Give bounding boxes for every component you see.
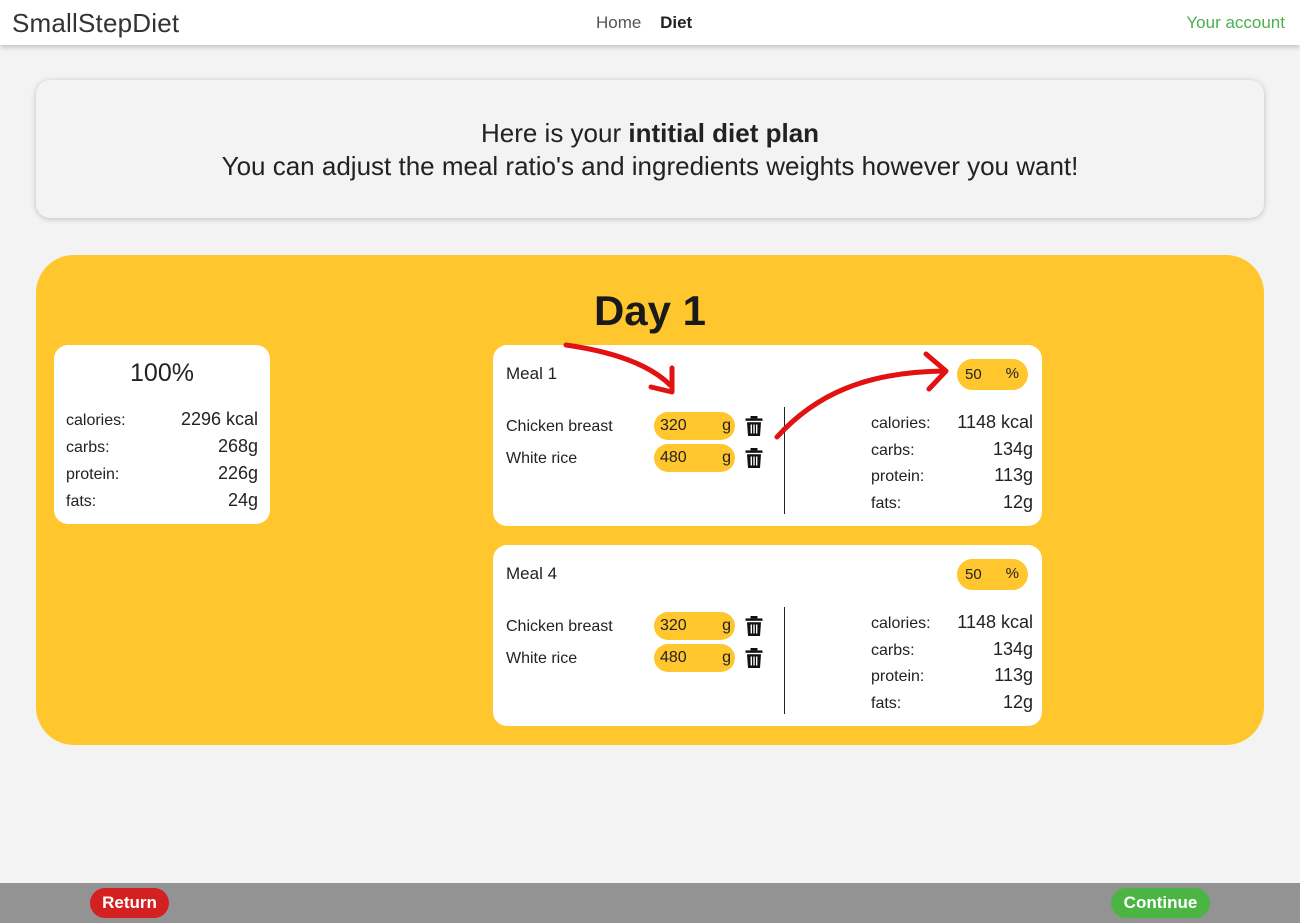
intro-heading-prefix: Here is your bbox=[480, 118, 629, 148]
day-summary-card: 100% calories: 2296 kcal carbs: 268g pro… bbox=[54, 345, 270, 524]
ingredient-weight-input[interactable]: 480 g bbox=[654, 644, 735, 672]
meal-ratio-value[interactable]: 50 bbox=[965, 566, 982, 583]
ingredient-name: Chicken breast bbox=[506, 418, 613, 435]
meal-ratio-value[interactable]: 50 bbox=[965, 366, 982, 383]
meal-divider bbox=[784, 407, 785, 514]
trash-icon[interactable] bbox=[745, 648, 763, 668]
meal-name: Meal 1 bbox=[506, 364, 558, 383]
meal-fats-value: 12g bbox=[1002, 692, 1033, 712]
summary-fats-row: fats: 24g bbox=[66, 490, 258, 511]
account-link[interactable]: Your account bbox=[1186, 13, 1285, 33]
summary-fats-value: 24g bbox=[227, 490, 258, 510]
summary-protein-row: protein: 226g bbox=[66, 463, 258, 484]
meal-calories-row: calories: 1148 kcal bbox=[871, 612, 1033, 633]
ingredient-row: White rice 480 g bbox=[506, 444, 766, 474]
summary-calories-value: 2296 kcal bbox=[180, 409, 258, 429]
meal-carbs-row: carbs: 134g bbox=[871, 439, 1033, 460]
meal-protein-row: protein: 113g bbox=[871, 465, 1033, 486]
ingredient-weight-unit: g bbox=[722, 449, 731, 466]
main-nav: Home Diet bbox=[596, 13, 706, 33]
intro-subtext: You can adjust the meal ratio's and ingr… bbox=[221, 151, 1079, 181]
meal-protein-label: protein: bbox=[871, 668, 925, 685]
ingredient-row: Chicken breast 320 g bbox=[506, 412, 766, 442]
intro-heading: Here is your intitial diet plan bbox=[36, 118, 1264, 149]
summary-fats-label: fats: bbox=[66, 493, 97, 510]
ingredient-weight-unit: g bbox=[722, 617, 731, 634]
summary-carbs-row: carbs: 268g bbox=[66, 436, 258, 457]
meal-fats-row: fats: 12g bbox=[871, 692, 1033, 713]
summary-calories-row: calories: 2296 kcal bbox=[66, 409, 258, 430]
ingredient-weight-value[interactable]: 480 bbox=[660, 649, 687, 667]
day-title: Day 1 bbox=[593, 287, 707, 334]
meal-calories-value: 1148 kcal bbox=[957, 612, 1033, 632]
meal-divider bbox=[784, 607, 785, 714]
meal-fats-label: fats: bbox=[871, 695, 902, 712]
ingredient-weight-input[interactable]: 480 g bbox=[654, 444, 735, 472]
meal-calories-row: calories: 1148 kcal bbox=[871, 412, 1033, 433]
meal-protein-value: 113g bbox=[994, 465, 1033, 485]
ingredient-name: White rice bbox=[506, 450, 578, 467]
meal-calories-label: calories: bbox=[871, 415, 931, 432]
meal-carbs-label: carbs: bbox=[871, 642, 915, 659]
ingredient-weight-unit: g bbox=[722, 649, 731, 666]
meal-ratio-input[interactable]: 50 % bbox=[957, 359, 1028, 390]
footer-bar: Return Continue bbox=[0, 883, 1300, 923]
ingredient-row: Chicken breast 320 g bbox=[506, 612, 766, 642]
meal-calories-label: calories: bbox=[871, 615, 931, 632]
meal-ratio-unit: % bbox=[1005, 565, 1019, 582]
summary-calories-label: calories: bbox=[66, 412, 126, 429]
meal-protein-value: 113g bbox=[994, 665, 1033, 685]
ingredient-weight-input[interactable]: 320 g bbox=[654, 412, 735, 440]
meal-protein-label: protein: bbox=[871, 468, 925, 485]
trash-icon[interactable] bbox=[745, 448, 763, 468]
nav-home-link[interactable]: Home bbox=[596, 13, 641, 32]
day-panel: Day 1 100% calories: 2296 kcal carbs: 26… bbox=[36, 255, 1264, 745]
return-button[interactable]: Return bbox=[90, 888, 169, 918]
meal-carbs-value: 134g bbox=[992, 639, 1033, 659]
ingredient-weight-value[interactable]: 320 bbox=[660, 417, 687, 435]
continue-button[interactable]: Continue bbox=[1111, 888, 1210, 918]
nav-diet-link[interactable]: Diet bbox=[660, 13, 692, 32]
ingredient-row: White rice 480 g bbox=[506, 644, 766, 674]
trash-icon[interactable] bbox=[745, 616, 763, 636]
ingredient-weight-value[interactable]: 480 bbox=[660, 449, 687, 467]
summary-protein-value: 226g bbox=[217, 463, 258, 483]
ingredient-weight-input[interactable]: 320 g bbox=[654, 612, 735, 640]
ingredient-name: Chicken breast bbox=[506, 618, 613, 635]
intro-heading-bold: intitial diet plan bbox=[628, 118, 820, 148]
ingredient-name: White rice bbox=[506, 650, 578, 667]
summary-percent: 100% bbox=[130, 359, 194, 387]
intro-panel: Here is your intitial diet plan You can … bbox=[36, 80, 1264, 218]
meal-card: Meal 4 50 % Chicken breast 320 g White r… bbox=[493, 545, 1042, 726]
meal-protein-row: protein: 113g bbox=[871, 665, 1033, 686]
meal-carbs-row: carbs: 134g bbox=[871, 639, 1033, 660]
top-navbar: SmallStepDiet Home Diet Your account bbox=[0, 0, 1300, 45]
meal-ratio-unit: % bbox=[1005, 365, 1019, 382]
trash-icon[interactable] bbox=[745, 416, 763, 436]
summary-protein-label: protein: bbox=[66, 466, 120, 483]
brand-logo[interactable]: SmallStepDiet bbox=[12, 8, 179, 39]
meal-name: Meal 4 bbox=[506, 564, 558, 583]
meal-fats-row: fats: 12g bbox=[871, 492, 1033, 513]
meal-fats-label: fats: bbox=[871, 495, 902, 512]
meal-carbs-value: 134g bbox=[992, 439, 1033, 459]
ingredient-weight-unit: g bbox=[722, 417, 731, 434]
meal-ratio-input[interactable]: 50 % bbox=[957, 559, 1028, 590]
summary-carbs-value: 268g bbox=[217, 436, 258, 456]
meal-card: Meal 1 50 % Chicken breast 320 g White r… bbox=[493, 345, 1042, 526]
meal-carbs-label: carbs: bbox=[871, 442, 915, 459]
meal-calories-value: 1148 kcal bbox=[957, 412, 1033, 432]
summary-carbs-label: carbs: bbox=[66, 439, 110, 456]
meal-fats-value: 12g bbox=[1002, 492, 1033, 512]
ingredient-weight-value[interactable]: 320 bbox=[660, 617, 687, 635]
